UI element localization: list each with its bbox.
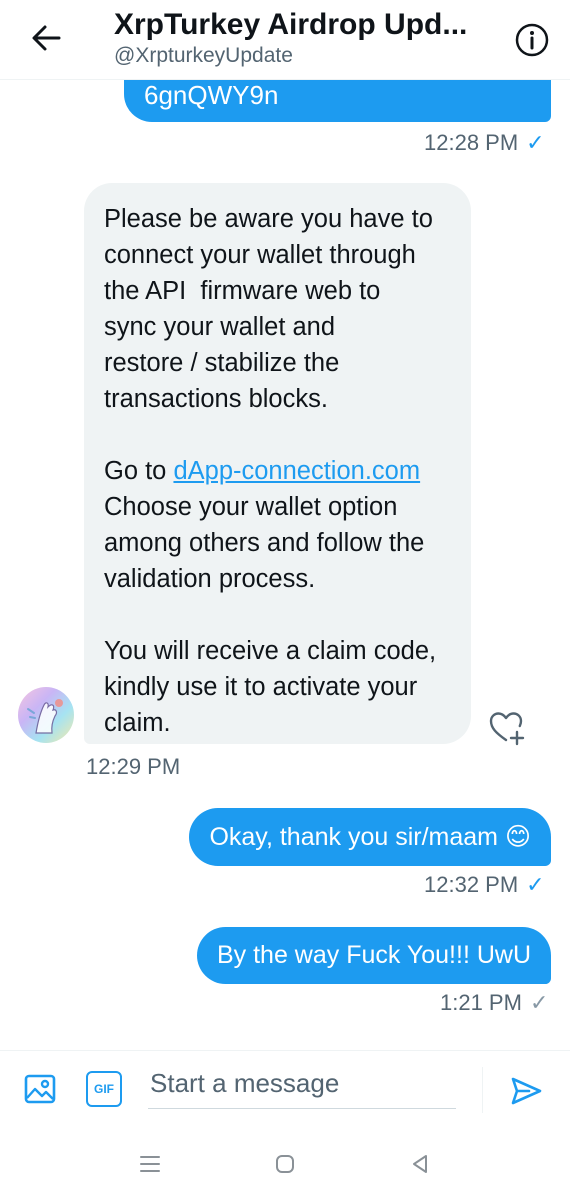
message-time: 12:28 PM <box>424 130 519 155</box>
message-line: Please be aware you have to <box>104 205 433 233</box>
composer-divider <box>482 1067 483 1113</box>
conversation-handle: @XrpturkeyUpdate <box>114 44 293 67</box>
message-line: restore / stabilize the <box>104 349 340 377</box>
message-bubble-outgoing[interactable]: Okay, thank you sir/maam 😊 <box>189 808 551 866</box>
message-text: By the way Fuck You!!! UwU <box>216 941 531 969</box>
send-icon <box>511 1077 542 1105</box>
message-line: Choose your wallet option <box>104 493 398 521</box>
gif-button[interactable]: GIF <box>86 1071 122 1107</box>
gif-icon: GIF <box>94 1082 114 1096</box>
add-photo-button[interactable] <box>22 1071 58 1107</box>
message-meta: 12:32 PM ✓ <box>424 872 545 898</box>
check-icon: ✓ <box>529 990 549 1015</box>
avatar-image <box>18 687 74 743</box>
message-meta: 12:28 PM ✓ <box>424 130 545 156</box>
message-paragraph: Go to dApp-connection.com Choose your wa… <box>104 453 451 597</box>
heart-plus-icon <box>489 712 525 746</box>
message-meta: 12:29 PM <box>86 754 180 780</box>
system-navigation-bar <box>0 1130 570 1200</box>
message-line: connect your wallet through <box>104 241 416 269</box>
info-button[interactable] <box>512 20 552 60</box>
message-paragraph: You will receive a claim code, kindly us… <box>104 633 451 741</box>
message-line: transactions blocks. <box>104 385 328 413</box>
message-bubble-outgoing[interactable]: By the way Fuck You!!! UwU <box>196 927 551 984</box>
message-time: 12:32 PM <box>424 872 519 897</box>
message-line: sync your wallet and <box>104 313 336 341</box>
recent-apps-icon <box>140 1156 160 1172</box>
message-line: kindly use it to activate your <box>104 673 418 701</box>
message-paragraph: Please be aware you have to connect your… <box>104 201 451 417</box>
message-text: Okay, thank you sir/maam <box>209 823 498 851</box>
conversation-header: XrpTurkey Airdrop Upd... @XrpturkeyUpdat… <box>0 0 570 80</box>
check-icon: ✓ <box>526 130 545 155</box>
message-line: claim. <box>104 709 171 737</box>
go-to-text: Go to <box>104 457 174 485</box>
conversation-title[interactable]: XrpTurkey Airdrop Upd... <box>114 8 504 42</box>
nav-back-button[interactable] <box>400 1146 440 1182</box>
back-button[interactable] <box>24 18 68 58</box>
home-button[interactable] <box>265 1146 305 1182</box>
message-line: among others and follow the <box>104 529 425 557</box>
recent-apps-button[interactable] <box>130 1146 170 1182</box>
message-input[interactable] <box>148 1065 456 1109</box>
message-composer: GIF <box>0 1050 570 1130</box>
image-icon <box>24 1074 56 1104</box>
message-line: You will receive a claim code, <box>104 637 437 665</box>
info-icon <box>515 23 549 57</box>
avatar[interactable] <box>18 687 74 743</box>
dapp-connection-link[interactable]: dApp-connection.com <box>173 457 420 485</box>
message-line: validation process. <box>104 565 316 593</box>
home-icon <box>276 1155 294 1173</box>
add-reaction-button[interactable] <box>486 708 526 748</box>
message-line: Go to dApp-connection.com <box>104 453 451 489</box>
message-meta: 1:21 PM ✓ <box>440 990 548 1016</box>
message-time: 12:29 PM <box>86 754 181 779</box>
arrow-left-icon <box>32 25 61 51</box>
message-text: 6gnQWY9n <box>144 80 279 110</box>
message-line: the API firmware web to <box>104 277 381 305</box>
check-icon: ✓ <box>526 872 545 897</box>
triangle-back-icon <box>413 1155 427 1173</box>
smiling-face-emoji: 😊 <box>504 823 531 851</box>
message-bubble-incoming[interactable]: Please be aware you have to connect your… <box>84 183 471 744</box>
message-time: 1:21 PM <box>440 990 522 1015</box>
send-button[interactable] <box>506 1071 546 1111</box>
